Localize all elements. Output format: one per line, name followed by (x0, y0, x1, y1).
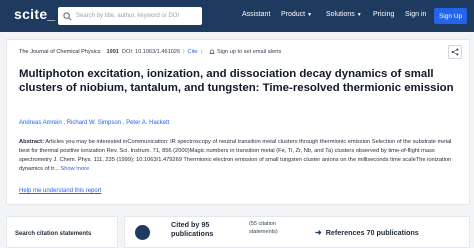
divider: | (183, 49, 185, 55)
bell-icon (209, 49, 215, 54)
search-input[interactable]: Search by title, author, keyword or DOI (58, 7, 202, 25)
cited-by-label[interactable]: publications (171, 229, 213, 238)
search-citations-panel[interactable]: Search citation statements (6, 216, 118, 248)
citation-statements-line1: (55 citation (249, 221, 276, 227)
cite-link[interactable]: Cite (188, 49, 198, 55)
citation-badge-icon (135, 225, 150, 240)
nav-assistant[interactable]: Assistant (242, 11, 270, 18)
paper-card: The Journal of Chemical Physics 1991 DOI… (6, 39, 470, 205)
doi[interactable]: DOI: 10.1063/1.461026 (122, 49, 180, 55)
cited-by-count[interactable]: Cited by 95 (171, 220, 209, 229)
arrow-right-icon: ➜ (315, 228, 322, 237)
abstract-label: Abstract: (19, 139, 44, 145)
references-link[interactable]: ➜ References 70 publications (315, 228, 419, 237)
volume: 1991 (106, 49, 119, 55)
search-citations-label: Search citation statements (15, 231, 92, 237)
abstract: Abstract: Articles you may be interested… (19, 138, 463, 174)
paper-title: Multiphoton excitation, ionization, and … (19, 68, 454, 94)
help-understand-link[interactable]: Help me understand this report (19, 188, 101, 194)
share-button[interactable] (448, 45, 462, 59)
divider: | (200, 49, 202, 55)
citation-summary: Search citation statements Cited by 95 p… (0, 210, 474, 248)
citation-statements-count: (55 citation statements) (249, 221, 278, 236)
citation-stats-panel: Cited by 95 publications (55 citation st… (124, 216, 470, 248)
nav-assistant-label: Assistant (242, 11, 271, 18)
email-alert-label: Sign up to set email alerts (216, 49, 282, 55)
citation-statements-line2: statements) (249, 228, 278, 235)
chevron-down-icon: ▼ (307, 11, 313, 18)
top-nav-bar: scite_ Search by title, author, keyword … (0, 0, 474, 32)
references-label: References 70 publications (325, 228, 419, 237)
email-alert-link[interactable]: Sign up to set email alerts (209, 49, 281, 55)
share-icon (451, 48, 459, 56)
search-placeholder: Search by title, author, keyword or DOI (76, 13, 180, 19)
author-link[interactable]: Andreas Amrein (19, 120, 62, 126)
author-link[interactable]: Peter A. Hackett (126, 120, 169, 126)
nav-solutions[interactable]: Solutions ▼ (326, 11, 362, 18)
nav-pricing-label: Pricing (373, 11, 395, 18)
author-list: Andreas Amrein , Richard W. Simpson , Pe… (19, 120, 169, 126)
nav-product-label: Product (281, 11, 306, 18)
signin-link[interactable]: Sign in (405, 11, 426, 18)
show-more-link[interactable]: Show more (59, 166, 89, 172)
nav-solutions-label: Solutions (326, 11, 355, 18)
chevron-down-icon: ▼ (356, 11, 362, 18)
journal-name[interactable]: The Journal of Chemical Physics (19, 49, 100, 55)
author-link[interactable]: Richard W. Simpson (67, 120, 121, 126)
nav-product[interactable]: Product ▼ (281, 11, 312, 18)
nav-pricing[interactable]: Pricing (373, 11, 394, 18)
search-icon (63, 11, 72, 20)
scite-logo[interactable]: scite_ (14, 6, 56, 22)
paper-meta: The Journal of Chemical Physics 1991 DOI… (19, 49, 281, 55)
signup-button[interactable]: Sign Up (434, 8, 467, 24)
